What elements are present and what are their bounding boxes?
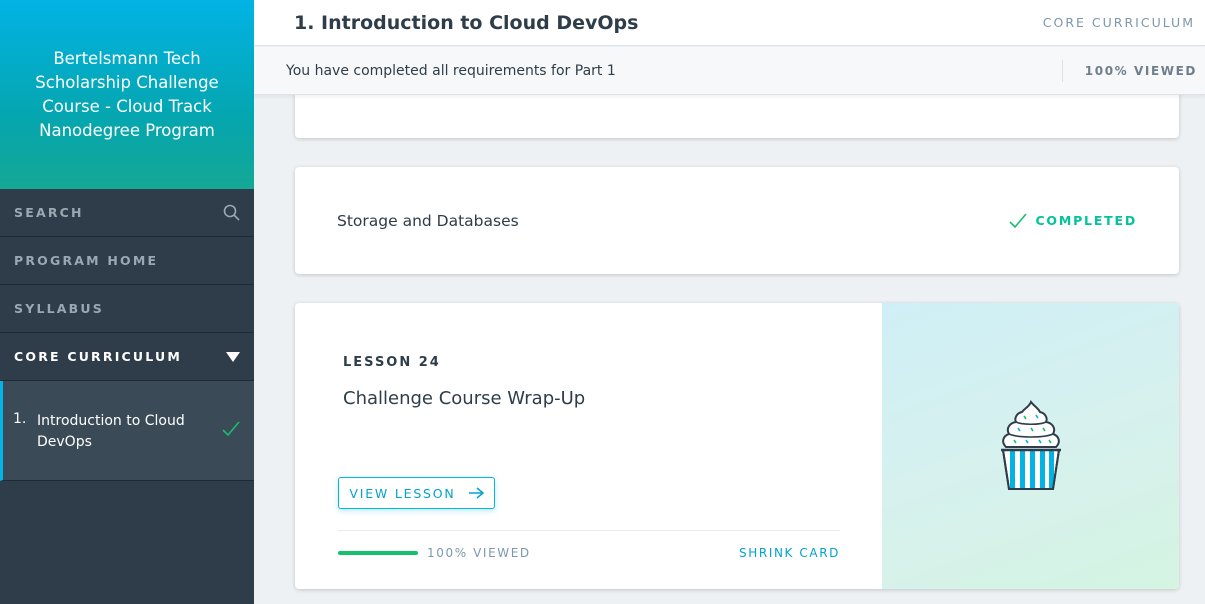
page-title: 1. Introduction to Cloud DevOps: [294, 11, 639, 34]
notice-text: You have completed all requirements for …: [286, 62, 616, 79]
shrink-card-button[interactable]: SHRINK CARD: [739, 546, 840, 560]
view-lesson-label: VIEW LESSON: [349, 485, 456, 501]
sidebar-item-program-home[interactable]: PROGRAM HOME: [0, 237, 254, 285]
lesson-card-body: LESSON 24 Challenge Course Wrap-Up VIEW …: [295, 303, 882, 589]
progress-fill: [338, 550, 418, 555]
progress-bar: [338, 550, 418, 555]
view-lesson-button[interactable]: VIEW LESSON: [338, 477, 495, 509]
sidebar-header: Bertelsmann Tech Scholarship Challenge C…: [0, 0, 254, 189]
completed-label: COMPLETED: [1035, 213, 1137, 228]
search-icon[interactable]: [223, 204, 240, 221]
top-bar: 1. Introduction to Cloud DevOps CORE CUR…: [254, 0, 1205, 46]
lesson-card-footer: 100% VIEWED SHRINK CARD: [338, 530, 840, 574]
program-home-label: PROGRAM HOME: [14, 253, 159, 268]
check-icon: [1009, 212, 1028, 228]
check-icon: [222, 421, 240, 442]
sidebar-lesson-item[interactable]: 1. Introduction to Cloud DevOps: [0, 381, 254, 481]
sidebar-item-syllabus[interactable]: SYLLABUS: [0, 285, 254, 333]
sidebar: Bertelsmann Tech Scholarship Challenge C…: [0, 0, 254, 604]
lesson-kicker: LESSON 24: [343, 355, 441, 370]
lesson-art: [882, 303, 1179, 589]
program-title[interactable]: Bertelsmann Tech Scholarship Challenge C…: [12, 47, 242, 143]
completion-notice: You have completed all requirements for …: [254, 47, 1205, 95]
search-label: SEARCH: [14, 205, 84, 220]
caret-down-icon[interactable]: [226, 351, 240, 362]
section-label: CORE CURRICULUM: [1042, 15, 1195, 30]
viewed-status: 100% VIEWED: [1061, 59, 1197, 82]
progress: 100% VIEWED: [338, 546, 531, 560]
completed-status: COMPLETED: [1009, 212, 1137, 229]
sidebar-item-core-curriculum[interactable]: CORE CURRICULUM: [0, 333, 254, 381]
core-curriculum-label: CORE CURRICULUM: [14, 349, 182, 364]
card-title: Storage and Databases: [337, 211, 519, 230]
progress-label: 100% VIEWED: [427, 545, 531, 560]
lesson-card-wrapup: LESSON 24 Challenge Course Wrap-Up VIEW …: [295, 303, 1179, 589]
lesson-name: Introduction to Cloud DevOps: [37, 413, 185, 450]
lesson-title: Challenge Course Wrap-Up: [343, 388, 586, 409]
syllabus-label: SYLLABUS: [14, 301, 104, 316]
cupcake-icon: [1000, 400, 1061, 490]
lesson-number: 1.: [13, 411, 27, 427]
arrow-right-icon: [468, 487, 484, 499]
sidebar-search[interactable]: SEARCH: [0, 189, 254, 237]
lesson-card-storage[interactable]: Storage and Databases COMPLETED: [295, 167, 1179, 274]
